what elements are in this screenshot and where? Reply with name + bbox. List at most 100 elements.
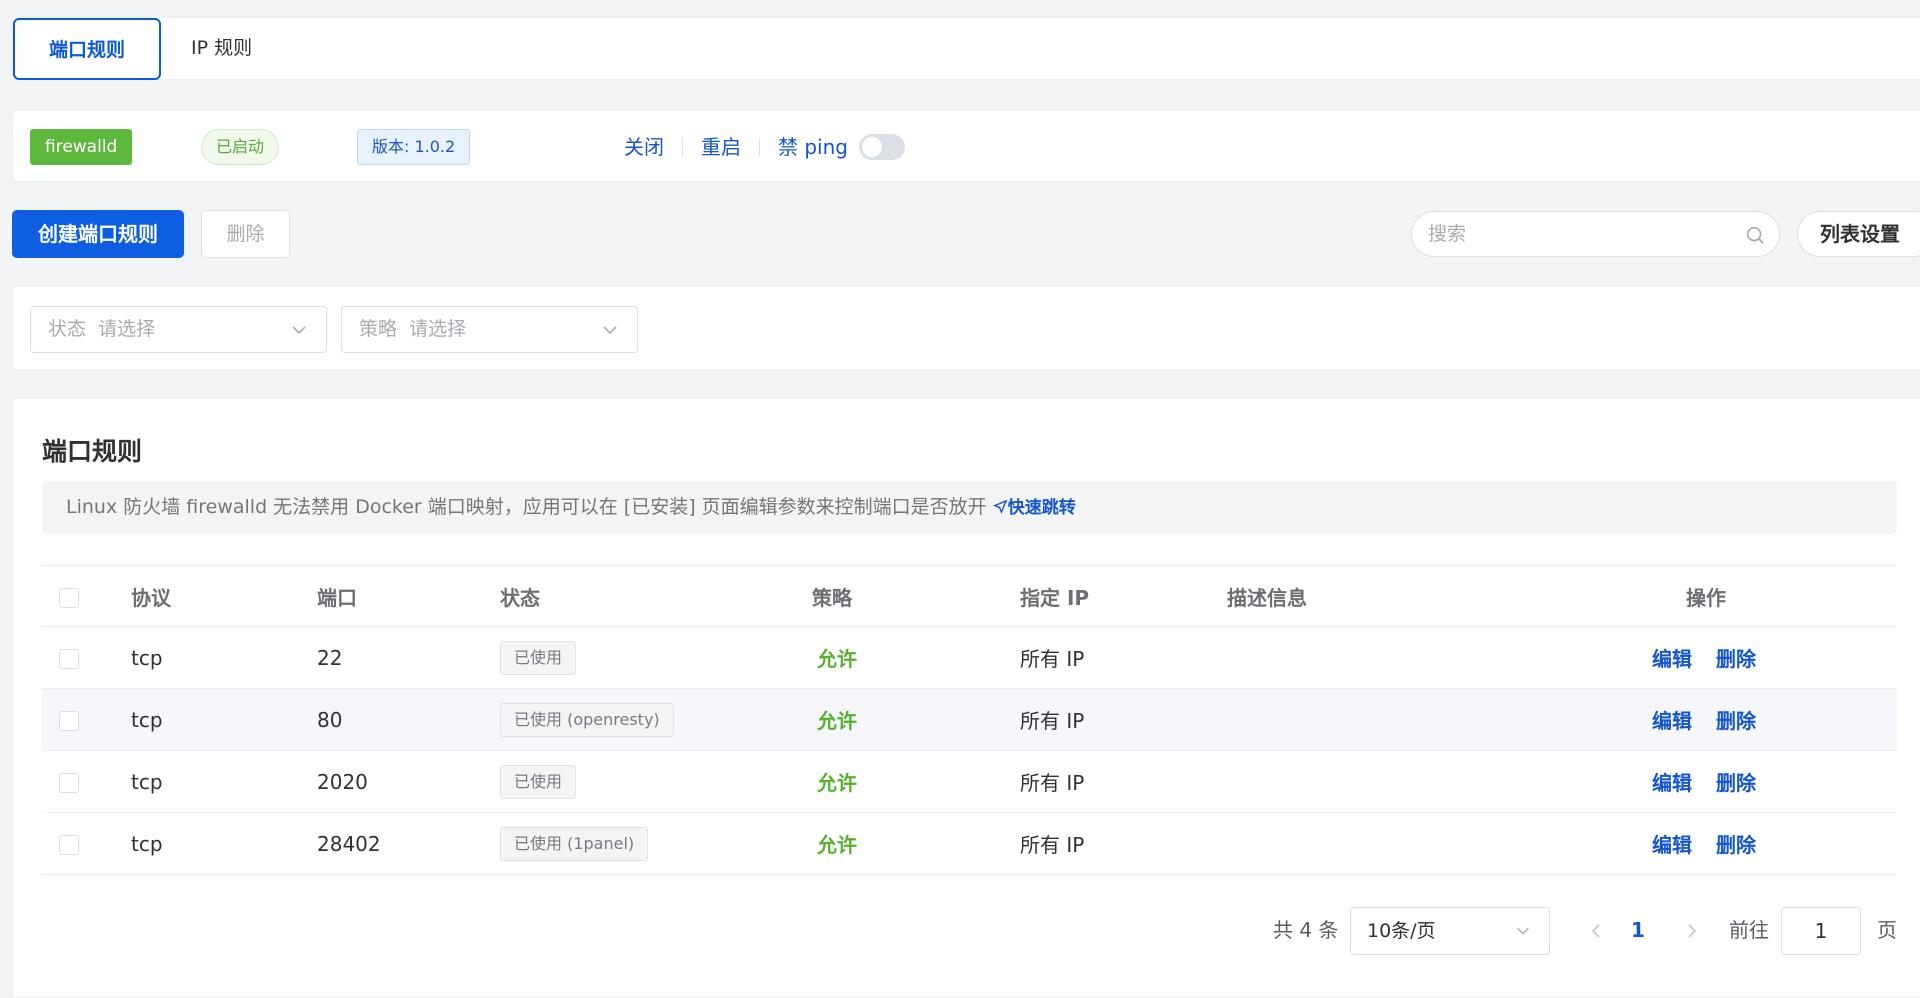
status-cell: 已使用 (openresty) bbox=[500, 688, 812, 751]
column-header: 操作 bbox=[1652, 565, 1897, 627]
divider bbox=[759, 138, 760, 156]
rule-tabs: 端口规则 IP 规则 bbox=[12, 17, 1920, 80]
table-header-row: 协议 端口 状态 策略 指定 IP 描述信息 操作 bbox=[42, 565, 1897, 627]
description-cell bbox=[1227, 750, 1652, 813]
delete-button[interactable]: 删除 bbox=[201, 210, 290, 258]
search-box bbox=[1411, 211, 1780, 257]
table-row: tcp 22 已使用 允许 所有 IP 编辑 删除 bbox=[42, 626, 1897, 689]
select-all-checkbox[interactable] bbox=[59, 587, 79, 608]
policy-filter-select[interactable]: 策略 请选择 bbox=[341, 306, 638, 353]
row-checkbox[interactable] bbox=[59, 711, 79, 731]
tab-port-rules[interactable]: 端口规则 bbox=[13, 18, 161, 80]
docker-notice: Linux 防火墙 firewalld 无法禁用 Docker 端口映射，应用可… bbox=[42, 481, 1897, 534]
delete-row-button[interactable]: 删除 bbox=[1716, 647, 1756, 671]
description-cell bbox=[1227, 626, 1652, 689]
port-rules-table: 协议 端口 状态 策略 指定 IP 描述信息 操作 tcp 22 已使用 允许 … bbox=[42, 565, 1897, 875]
policy-cell: 允许 bbox=[812, 626, 1020, 689]
search-input[interactable] bbox=[1428, 212, 1728, 256]
edit-button[interactable]: 编辑 bbox=[1652, 647, 1692, 671]
list-settings-button[interactable]: 列表设置 bbox=[1797, 211, 1920, 257]
toggle-knob bbox=[862, 137, 882, 157]
port-cell: 2020 bbox=[317, 750, 500, 813]
goto-page-input[interactable]: 1 bbox=[1781, 907, 1861, 955]
column-header: 指定 IP bbox=[1020, 565, 1227, 627]
status-cell: 已使用 bbox=[500, 626, 812, 689]
select-all-cell bbox=[42, 565, 131, 627]
description-cell bbox=[1227, 812, 1652, 875]
service-state-badge: 已启动 bbox=[201, 129, 280, 165]
table-row: tcp 28402 已使用 (1panel) 允许 所有 IP 编辑 删除 bbox=[42, 812, 1897, 875]
page-size-select[interactable]: 10条/页 bbox=[1350, 907, 1550, 955]
protocol-cell: tcp bbox=[131, 812, 317, 875]
policy-filter-label: 策略 请选择 bbox=[359, 318, 467, 340]
row-select-cell bbox=[42, 750, 131, 813]
port-cell: 80 bbox=[317, 688, 500, 751]
status-cell: 已使用 (1panel) bbox=[500, 812, 812, 875]
port-cell: 28402 bbox=[317, 812, 500, 875]
search-icon[interactable] bbox=[1744, 224, 1766, 246]
ip-cell: 所有 IP bbox=[1020, 688, 1227, 751]
port-cell: 22 bbox=[317, 626, 500, 689]
actions-cell: 编辑 删除 bbox=[1652, 812, 1897, 875]
restart-firewall-link[interactable]: 重启 bbox=[701, 131, 741, 163]
protocol-cell: tcp bbox=[131, 626, 317, 689]
next-page-icon[interactable] bbox=[1682, 921, 1702, 941]
table-row: tcp 80 已使用 (openresty) 允许 所有 IP 编辑 删除 bbox=[42, 688, 1897, 751]
delete-row-button[interactable]: 删除 bbox=[1716, 771, 1756, 795]
status-tag: 已使用 bbox=[500, 764, 577, 799]
policy-label: 允许 bbox=[817, 833, 857, 857]
column-header: 描述信息 bbox=[1227, 565, 1652, 627]
column-header: 策略 bbox=[812, 565, 1020, 627]
delete-row-button[interactable]: 删除 bbox=[1716, 833, 1756, 857]
goto-label: 前往 bbox=[1729, 918, 1769, 942]
protocol-cell: tcp bbox=[131, 688, 317, 751]
row-checkbox[interactable] bbox=[59, 773, 79, 793]
row-checkbox[interactable] bbox=[59, 649, 79, 669]
ip-cell: 所有 IP bbox=[1020, 750, 1227, 813]
page-size-label: 10条/页 bbox=[1367, 920, 1436, 942]
status-tag: 已使用 (1panel) bbox=[500, 826, 649, 861]
status-tag: 已使用 bbox=[500, 640, 577, 675]
tab-ip-rules[interactable]: IP 规则 bbox=[191, 18, 311, 80]
stop-firewall-link[interactable]: 关闭 bbox=[624, 131, 664, 163]
pagination-total: 共 4 条 bbox=[1273, 918, 1339, 942]
divider bbox=[682, 138, 683, 156]
policy-cell: 允许 bbox=[812, 812, 1020, 875]
policy-label: 允许 bbox=[817, 709, 857, 733]
edit-button[interactable]: 编辑 bbox=[1652, 771, 1692, 795]
page-number-current[interactable]: 1 bbox=[1631, 906, 1645, 954]
quick-jump-link[interactable]: 快速跳转 bbox=[992, 498, 1076, 518]
edit-button[interactable]: 编辑 bbox=[1652, 709, 1692, 733]
chevron-down-icon bbox=[292, 326, 306, 335]
table-row: tcp 2020 已使用 允许 所有 IP 编辑 删除 bbox=[42, 750, 1897, 813]
actions-cell: 编辑 删除 bbox=[1652, 688, 1897, 751]
column-header: 状态 bbox=[500, 565, 812, 627]
description-cell bbox=[1227, 688, 1652, 751]
status-filter-select[interactable]: 状态 请选择 bbox=[30, 306, 327, 353]
service-name-badge: firewalld bbox=[30, 129, 133, 165]
create-port-rule-button[interactable]: 创建端口规则 bbox=[12, 210, 184, 258]
prev-page-icon[interactable] bbox=[1586, 921, 1606, 941]
row-checkbox[interactable] bbox=[59, 835, 79, 855]
column-header: 端口 bbox=[317, 565, 500, 627]
page-unit-label: 页 bbox=[1877, 918, 1897, 942]
policy-label: 允许 bbox=[817, 647, 857, 671]
row-select-cell bbox=[42, 626, 131, 689]
firewall-status-card: firewalld 已启动 版本: 1.0.2 关闭 重启 禁 ping bbox=[12, 110, 1920, 182]
notice-text: Linux 防火墙 firewalld 无法禁用 Docker 端口映射，应用可… bbox=[66, 496, 987, 518]
row-select-cell bbox=[42, 688, 131, 751]
section-title: 端口规则 bbox=[42, 437, 143, 466]
actions-cell: 编辑 删除 bbox=[1652, 750, 1897, 813]
disable-ping-label: 禁 ping bbox=[778, 135, 848, 159]
policy-label: 允许 bbox=[817, 771, 857, 795]
disable-ping-toggle[interactable] bbox=[859, 134, 905, 160]
protocol-cell: tcp bbox=[131, 750, 317, 813]
status-filter-label: 状态 请选择 bbox=[48, 318, 156, 340]
status-cell: 已使用 bbox=[500, 750, 812, 813]
column-header: 协议 bbox=[131, 565, 317, 627]
edit-button[interactable]: 编辑 bbox=[1652, 833, 1692, 857]
row-select-cell bbox=[42, 812, 131, 875]
ip-cell: 所有 IP bbox=[1020, 626, 1227, 689]
port-rules-card: 端口规则 Linux 防火墙 firewalld 无法禁用 Docker 端口映… bbox=[12, 398, 1920, 998]
delete-row-button[interactable]: 删除 bbox=[1716, 709, 1756, 733]
